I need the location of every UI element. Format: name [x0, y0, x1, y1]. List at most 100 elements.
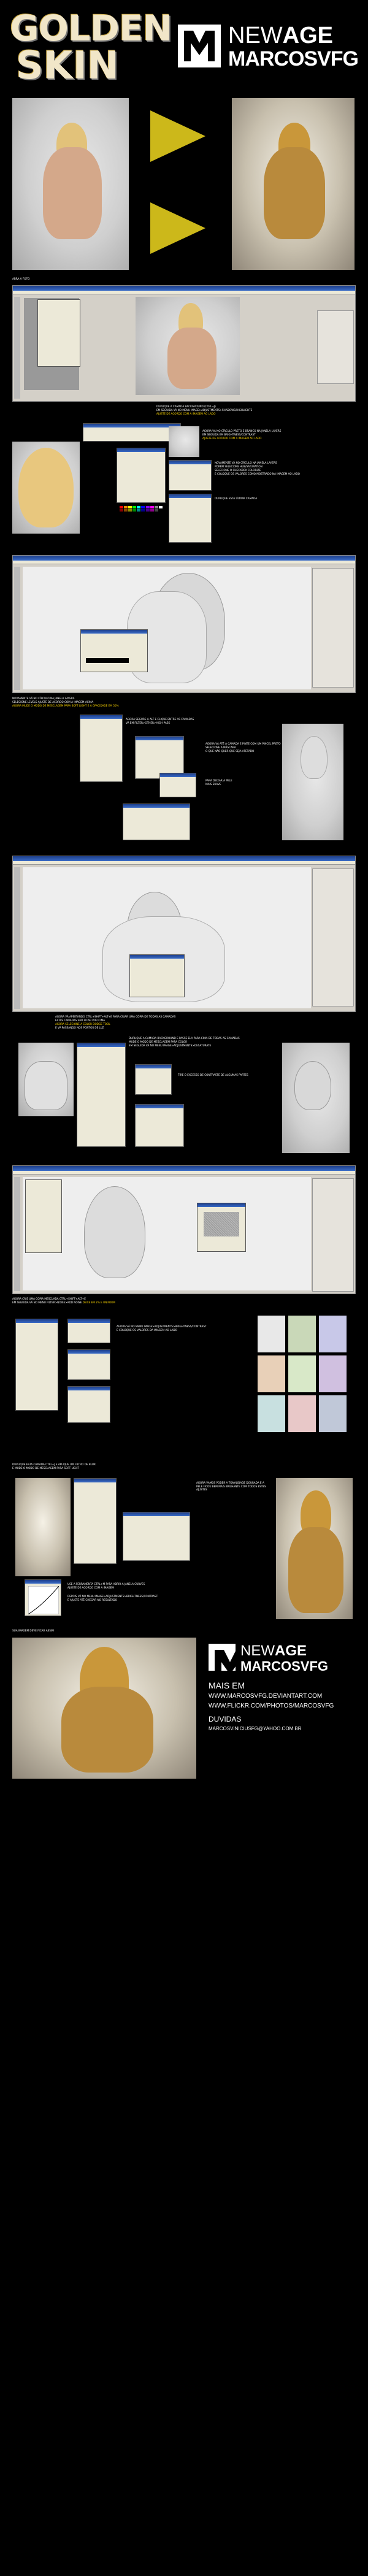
swatches-panel — [135, 1104, 184, 1147]
step-caption: MAIS SUAVE — [205, 783, 221, 786]
step-caption: ABRA A FOTO — [12, 277, 30, 280]
canvas-photo — [169, 426, 199, 457]
step-caption: E COLOQUE OS VALORES COMO MOSTRADO NA IM… — [215, 472, 300, 475]
step-caption-highlight: DEIXE EM 2% E UNIFORM — [82, 1301, 115, 1304]
window-titlebar — [13, 856, 355, 861]
step-caption: E MUDE O MODO DE MESCLAGEM PARA SOFT LIG… — [12, 1466, 80, 1470]
photoshop-window — [12, 285, 356, 402]
toolbox — [14, 867, 20, 1009]
hue-saturation-dialog — [169, 460, 212, 491]
brand-age-text: AGE — [282, 23, 334, 48]
model-body — [288, 1527, 343, 1613]
step-caption: AGORA MUDE O MODO DE MESCLAGEM PARA SOFT… — [12, 704, 119, 708]
menu-dropdown — [37, 299, 80, 367]
step-caption: PORÉM SELECIONE HUE/SATURATION — [215, 465, 263, 468]
photoshop-window — [12, 1165, 356, 1294]
window-titlebar — [13, 1166, 355, 1171]
footer-logo-icon — [209, 1644, 236, 1671]
step-caption-text: EM SEGUIDA VÁ NO MENU FILTER>NOISE>ADD N… — [12, 1301, 82, 1304]
step-caption: AGORA SELECIONE A COLOR DODGE TOOL — [55, 1022, 110, 1026]
step-caption: AGORA CRIE UMA COPIA MESCLADA CTRL+SHIFT… — [12, 1297, 86, 1300]
menu-bar — [13, 291, 355, 294]
step-caption: O QUE NÃO QUER QUE SEJA AFETADO — [205, 749, 255, 753]
step-caption: AGORA SEGURE A ALT E CLIQUE ENTRE AS CAM… — [126, 718, 194, 721]
brand-new-text: NEW — [228, 23, 283, 48]
menu-dropdown — [25, 1179, 62, 1253]
canvas-photo — [282, 1043, 350, 1153]
step-caption: DUPLIQUE A CAMADA BACKGROUND (CTRL+J) — [156, 405, 216, 408]
title-golden: GOLDEN — [10, 7, 172, 49]
footer-brand-age: AGE — [275, 1643, 307, 1659]
swatches-panel — [123, 1512, 190, 1561]
add-noise-dialog — [197, 1203, 246, 1252]
step-caption: MUDE O MODO DE MESCLAGEM PARA COLOR — [129, 1040, 188, 1043]
toolbox — [14, 1177, 20, 1291]
levels-dialog — [80, 629, 148, 672]
model-hair — [84, 1186, 145, 1278]
model-hair — [294, 1061, 331, 1110]
canvas-photo — [136, 297, 240, 395]
step-caption: SELECIONE O CHECKBOX COLORIZE — [215, 469, 261, 472]
step-caption: AJUSTE DE ACORDO COM A IMAGEM — [67, 1586, 114, 1589]
color-thumbnail — [258, 1316, 285, 1352]
color-thumbnail — [258, 1395, 285, 1432]
footer-link-deviantart[interactable]: WWW.MARCOSVFG.DEVIANTART.COM — [209, 1693, 322, 1700]
curves-graph — [28, 1586, 59, 1614]
title-skin: SKIN — [16, 43, 119, 88]
footer-email[interactable]: MARCOSVINICIUSFG@YAHOO.COM.BR — [209, 1726, 302, 1731]
color-thumbnail — [319, 1316, 347, 1352]
header: GOLDEN SKIN NEWAGE MARCOSVFG — [0, 0, 368, 92]
canvas-area — [23, 1177, 311, 1290]
menu-bar — [13, 1171, 355, 1175]
layers-panel — [169, 494, 212, 543]
step-caption: SELECIONE A MÁSCARA — [205, 746, 236, 749]
step-caption: TIRE O EXCESSO DE CONTRASTE DE ALGUMAS P… — [178, 1073, 248, 1076]
brand-logo-icon — [178, 25, 221, 67]
photoshop-window — [12, 555, 356, 693]
step-caption: NOVAMENTE VÁ NO CÍRCULO NA JANELA LAYERS — [12, 697, 75, 700]
step-caption: VÁ EM FILTER>OTHER>HIGH PASS — [126, 721, 171, 724]
footer-brand-new: NEW — [240, 1643, 275, 1659]
levels-dialog — [67, 1386, 110, 1423]
step-caption: EM SEGUIDA VÁ NO MENU FILTER>NOISE>ADD N… — [12, 1301, 115, 1305]
arrow-right-icon — [150, 110, 205, 162]
model-body — [167, 328, 217, 389]
photoshop-window: USE A FERRAMENTA CTRL+M PARA ABRIR A JAN… — [12, 1475, 356, 1622]
step-caption: DUPLIQUE ESTA CAMADA CTRL+J E APLIQUE UM… — [12, 1463, 96, 1466]
photoshop-window: AGORA VÁ NO MENU IMAGE>ADJUSTMENTS>BRIGH… — [12, 1313, 356, 1460]
color-thumbnail — [319, 1395, 347, 1432]
swatches-panel — [120, 506, 163, 512]
swatches-panel — [123, 803, 190, 840]
step-caption: EM SEGUIDA VÁ NO MENU IMAGE>ADJUSTMENTS>… — [156, 408, 252, 412]
step-caption: E AJUSTE ATÉ CHEGAR NO RESULTADO — [67, 1598, 117, 1601]
swatches-panel — [129, 954, 185, 997]
arrow-right-icon — [150, 202, 205, 254]
brand-newage: NEWAGE — [228, 23, 333, 48]
step-caption: ESTAS CAMADAS VÃO FICAR POR CIMA — [55, 1019, 105, 1022]
footer-brand-name: MARCOSVFG — [240, 1658, 328, 1674]
footer-link-flickr[interactable]: WWW.FLICKR.COM/PHOTOS/MARCOSVFG — [209, 1703, 334, 1709]
adjustment-dialog — [83, 423, 181, 442]
step-caption: AJUSTE DE ACORDO COM A IMAGEM AO LADO — [202, 437, 261, 440]
step-caption: E COLOQUE OS VALORES DA IMAGEM AO LADO — [117, 1328, 177, 1332]
step-caption: PARA DEIXAR A PELE — [205, 779, 232, 782]
step-caption: AJUSTE DE ACORDO COM A IMAGEM AO LADO — [156, 412, 215, 416]
window-titlebar — [13, 286, 355, 291]
layers-panel — [74, 1478, 117, 1564]
step-caption-highlight: AGORA SELECIONE A COLOR DODGE TOOL — [55, 1022, 110, 1025]
after-photo — [232, 98, 355, 270]
photoshop-window: AGORA VÁ NO CÍRCULO PRETO E BRANCO NA JA… — [12, 423, 356, 546]
menu-bar — [13, 861, 355, 865]
step-caption: AGORA VÁ APERTANDO CTRL+SHIFT+ALT+E PARA… — [55, 1015, 176, 1018]
step-caption: DUPLIQUE ESTA ÚLTIMA CAMADA — [215, 497, 258, 500]
step-caption: SELECIONE LEVELS AJUSTE DE ACORDO COM A … — [12, 700, 94, 703]
photoshop-window: AGORA SEGURE A ALT E CLIQUE ENTRE AS CAM… — [12, 711, 356, 849]
step-caption-highlight: AGORA MUDE O MODO DE MESCLAGEM PARA SOFT… — [12, 704, 119, 707]
layers-panel — [317, 310, 354, 384]
model-body — [264, 147, 325, 239]
model-body — [61, 1687, 153, 1773]
step-caption: AGORA VÁ NO CÍRCULO PRETO E BRANCO NA JA… — [202, 429, 282, 432]
color-thumbnail — [258, 1355, 285, 1392]
step-caption: EM SEGUIDA VÁ NO MENU IMAGE>ADJUSTMENTS>… — [129, 1044, 212, 1047]
layers-panel — [312, 868, 354, 1006]
